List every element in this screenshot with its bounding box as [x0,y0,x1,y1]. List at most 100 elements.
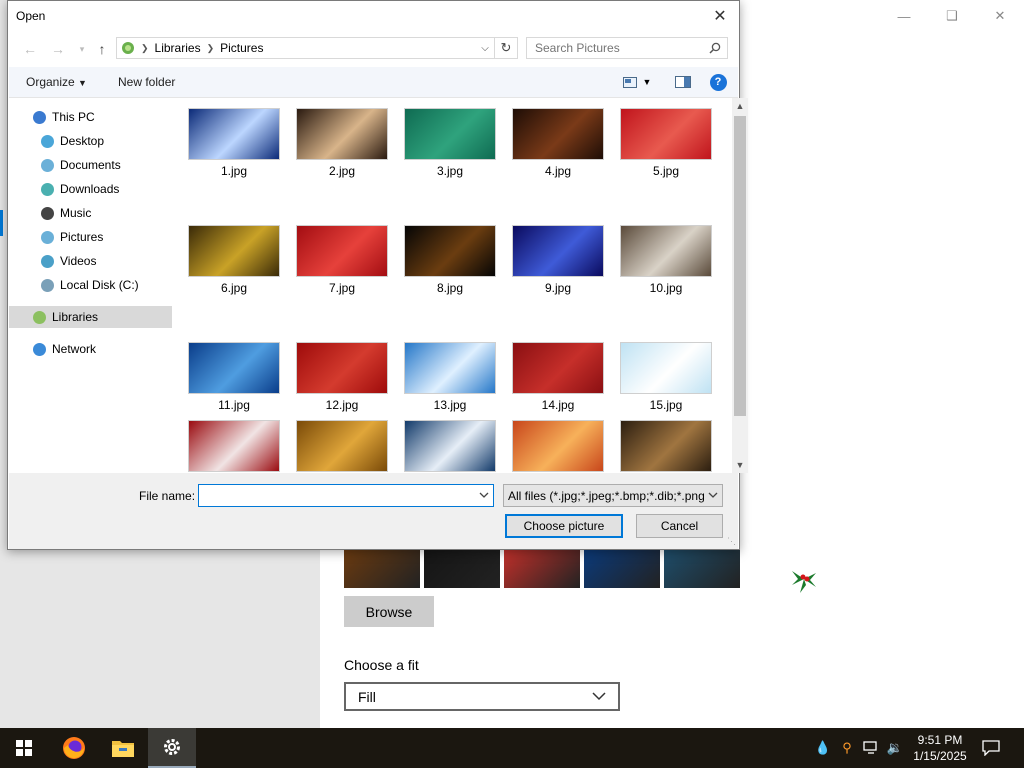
breadcrumb-item[interactable]: Libraries [155,41,201,55]
folder-icon [112,741,134,757]
file-item[interactable]: 1.jpg [188,108,280,178]
back-icon[interactable]: ← [20,39,40,59]
organize-menu[interactable]: Organize ▼ [26,75,87,89]
search-box[interactable] [526,37,728,59]
browse-button[interactable]: Browse [344,596,434,627]
downloads-icon [41,182,54,196]
image-thumbnail [512,342,604,394]
file-item[interactable] [296,420,388,472]
notification-icon[interactable] [982,738,1000,758]
start-button[interactable] [0,728,48,768]
nav-item[interactable]: Libraries [9,306,172,328]
taskbar-settings[interactable] [148,728,196,768]
chevron-down-icon [592,692,606,701]
file-item[interactable]: 2.jpg [296,108,388,178]
image-thumbnail [188,420,280,472]
scroll-thumb[interactable] [734,116,746,416]
open-dialog: Open ✕ ← → ▾ ↑ ❯ Libraries ❯ Pictures ⌵ … [7,0,748,550]
chevron-down-icon[interactable] [479,492,489,499]
background-thumbnail[interactable] [424,550,500,588]
nav-item[interactable]: Desktop [9,130,172,152]
file-item[interactable]: 6.jpg [188,225,280,295]
file-item[interactable] [404,420,496,472]
background-thumbnail[interactable] [584,550,660,588]
file-item[interactable]: 7.jpg [296,225,388,295]
address-bar[interactable]: ❯ Libraries ❯ Pictures ⌵ ↻ [116,37,518,59]
restore-icon[interactable]: ❑ [928,4,976,28]
file-item[interactable]: 10.jpg [620,225,712,295]
preview-pane-icon[interactable] [673,73,693,91]
filename-field[interactable] [198,484,494,507]
taskbar-file-explorer[interactable] [99,728,147,768]
navigation-pane: This PC Desktop Documents Downloads Music Pic… [9,98,172,473]
image-thumbnail [188,342,280,394]
volume-icon[interactable]: 🔉 [886,738,904,758]
file-item[interactable] [620,420,712,472]
search-input[interactable] [533,40,697,56]
background-thumbnail[interactable] [664,550,740,588]
nav-item[interactable]: Documents [9,154,172,176]
file-item[interactable]: 15.jpg [620,342,712,412]
clock[interactable]: 9:51 PM 1/15/2025 [912,732,968,764]
file-item[interactable]: 13.jpg [404,342,496,412]
file-type-filter[interactable]: All files (*.jpg;*.jpeg;*.bmp;*.dib;*.pn… [503,484,723,507]
address-dropdown-icon[interactable]: ⌵ [476,43,494,54]
file-item[interactable]: 9.jpg [512,225,604,295]
minimize-icon[interactable]: — [880,4,928,28]
breadcrumb-separator-icon: ❯ [206,42,215,53]
nav-item[interactable]: Local Disk (C:) [9,274,172,296]
file-item[interactable]: 3.jpg [404,108,496,178]
refresh-icon[interactable]: ↻ [494,38,517,58]
nav-item[interactable]: Pictures [9,226,172,248]
image-thumbnail [296,420,388,472]
up-icon[interactable]: ↑ [92,39,112,59]
file-name: 14.jpg [541,398,575,412]
close-icon[interactable]: ✕ [976,4,1024,28]
documents-icon [41,158,54,172]
search-tray-icon[interactable]: ⚲ [838,738,856,758]
help-icon[interactable]: ? [709,73,727,91]
fit-dropdown[interactable]: Fill [344,682,620,711]
droplet-icon[interactable]: 💧 [814,738,832,758]
file-name: 8.jpg [436,281,464,295]
taskbar-firefox[interactable] [50,728,98,768]
chevron-down-icon [708,492,718,498]
file-item[interactable]: 14.jpg [512,342,604,412]
network-tray-icon[interactable] [862,738,880,758]
filename-input[interactable] [203,487,467,504]
file-item[interactable]: 5.jpg [620,108,712,178]
cancel-button[interactable]: Cancel [636,514,723,538]
nav-item[interactable]: Videos [9,250,172,272]
file-item[interactable] [512,420,604,472]
nav-item[interactable]: Network [9,338,172,360]
image-thumbnail [512,225,604,277]
file-item[interactable]: 4.jpg [512,108,604,178]
new-folder-button[interactable]: New folder [118,75,175,89]
view-options[interactable]: ▼ [619,73,655,91]
nav-item[interactable]: Music [9,202,172,224]
file-name: 4.jpg [544,164,572,178]
vertical-scrollbar[interactable]: ▲ ▼ [732,98,748,473]
file-item[interactable]: 12.jpg [296,342,388,412]
resize-grip-icon[interactable]: ⋱ [727,536,736,547]
forward-icon[interactable]: → [48,39,68,59]
recent-locations-icon[interactable]: ▾ [72,39,92,59]
scroll-up-icon[interactable]: ▲ [732,98,748,114]
choose-picture-button[interactable]: Choose picture [505,514,623,538]
scroll-down-icon[interactable]: ▼ [732,457,748,473]
file-name: 15.jpg [649,398,683,412]
file-item[interactable] [188,420,280,472]
file-item[interactable]: 8.jpg [404,225,496,295]
dialog-close-icon[interactable]: ✕ [707,4,733,28]
nav-item[interactable]: Downloads [9,178,172,200]
background-thumbnail[interactable] [344,550,420,588]
nav-item[interactable]: This PC [9,106,172,128]
breadcrumb-item[interactable]: Pictures [220,41,263,55]
taskbar: 💧 ⚲ 🔉 9:51 PM 1/15/2025 [0,728,1024,768]
image-thumbnail [296,225,388,277]
file-item[interactable]: 11.jpg [188,342,280,412]
nav-item-label: Pictures [60,230,104,244]
caret-down-icon: ▼ [78,78,87,88]
image-thumbnail [512,420,604,472]
background-thumbnail[interactable] [504,550,580,588]
